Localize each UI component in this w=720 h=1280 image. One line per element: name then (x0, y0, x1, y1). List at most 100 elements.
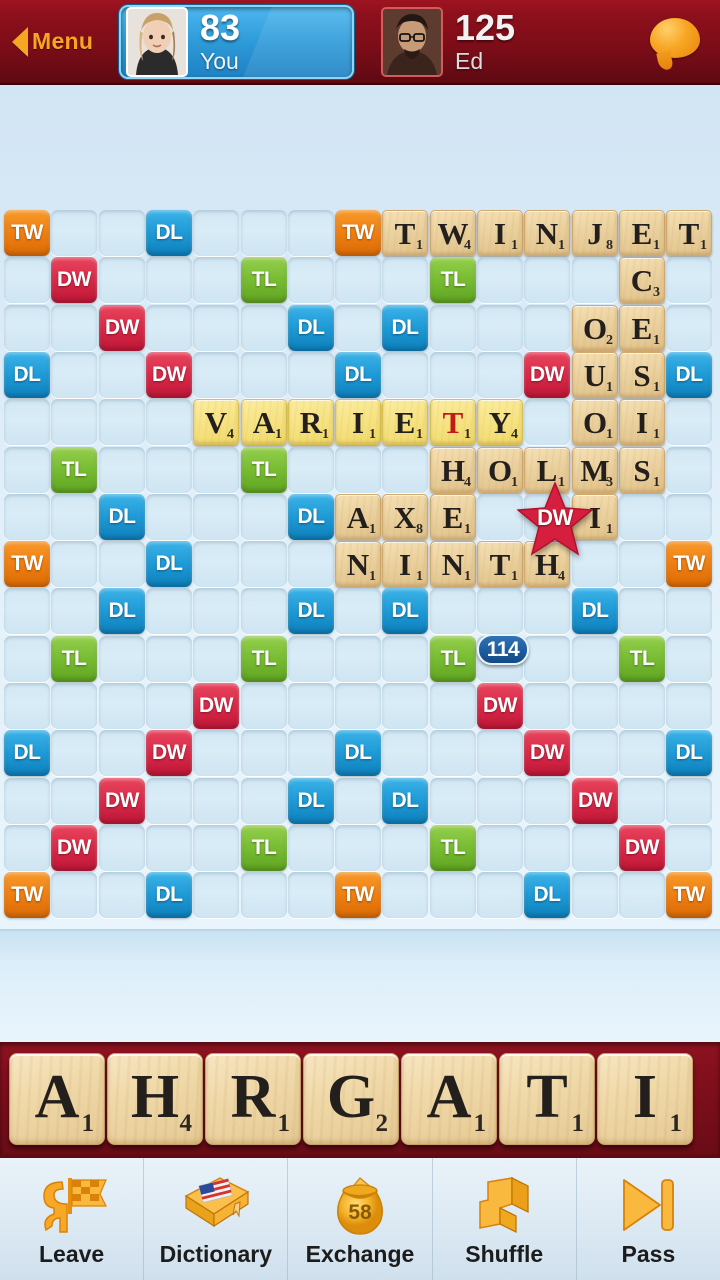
board-cell-5-7[interactable] (335, 447, 381, 493)
board-cell-8-14[interactable] (666, 588, 712, 634)
board-cell-2-7[interactable] (335, 305, 381, 351)
board-bonus-dl-6-6[interactable]: DL (288, 494, 334, 540)
player-score-ed[interactable]: 125 Ed (376, 5, 626, 79)
board-cell-13-7[interactable] (335, 825, 381, 871)
rack-tile-6[interactable]: I1 (597, 1052, 693, 1145)
board-cell-10-1[interactable] (51, 683, 97, 729)
board-bonus-dl-14-3[interactable]: DL (146, 872, 192, 918)
board-cell-11-9[interactable] (430, 730, 476, 776)
board-cell-0-6[interactable] (288, 210, 334, 256)
board-cell-8-9[interactable] (430, 588, 476, 634)
board-cell-14-2[interactable] (99, 872, 145, 918)
board-cell-12-13[interactable] (619, 778, 665, 824)
board-cell-6-5[interactable] (241, 494, 287, 540)
board-cell-8-11[interactable] (524, 588, 570, 634)
board-bonus-dl-8-12[interactable]: DL (572, 588, 618, 634)
board-cell-3-9[interactable] (430, 352, 476, 398)
board-cell-0-5[interactable] (241, 210, 287, 256)
board-cell-13-3[interactable] (146, 825, 192, 871)
board-bonus-dw-13-13[interactable]: DW (619, 825, 665, 871)
board-cell-2-3[interactable] (146, 305, 192, 351)
board-bonus-tl-1-5[interactable]: TL (241, 257, 287, 303)
board-bonus-dl-8-6[interactable]: DL (288, 588, 334, 634)
board-cell-5-0[interactable] (4, 447, 50, 493)
board-cell-12-10[interactable] (477, 778, 523, 824)
board-bonus-tw-14-0[interactable]: TW (4, 872, 50, 918)
board-cell-9-8[interactable] (382, 636, 428, 682)
board-bonus-tw-14-14[interactable]: TW (666, 872, 712, 918)
board-cell-13-10[interactable] (477, 825, 523, 871)
board-bonus-tl-1-9[interactable]: TL (430, 257, 476, 303)
board-cell-8-10[interactable] (477, 588, 523, 634)
board-cell-13-11[interactable] (524, 825, 570, 871)
board-bonus-dl-11-0[interactable]: DL (4, 730, 50, 776)
board-cell-8-3[interactable] (146, 588, 192, 634)
board-cell-14-8[interactable] (382, 872, 428, 918)
board-cell-10-7[interactable] (335, 683, 381, 729)
board-cell-0-1[interactable] (51, 210, 97, 256)
board-cell-11-6[interactable] (288, 730, 334, 776)
board-bonus-tl-9-5[interactable]: TL (241, 636, 287, 682)
board-cell-5-6[interactable] (288, 447, 334, 493)
board-cell-4-3[interactable] (146, 399, 192, 445)
leave-button[interactable]: Leave (0, 1158, 145, 1280)
board-cell-14-5[interactable] (241, 872, 287, 918)
star-icon[interactable]: DW (517, 482, 593, 556)
tile-rack[interactable]: A1H4R1G2A1T1I1 (0, 1042, 720, 1155)
board-cell-10-3[interactable] (146, 683, 192, 729)
board-cell-2-10[interactable] (477, 305, 523, 351)
board-cell-14-1[interactable] (51, 872, 97, 918)
board-cell-11-12[interactable] (572, 730, 618, 776)
board-cell-9-0[interactable] (4, 636, 50, 682)
board-bonus-dw-11-3[interactable]: DW (146, 730, 192, 776)
board-cell-4-11[interactable] (524, 399, 570, 445)
board-cell-8-13[interactable] (619, 588, 665, 634)
board-cell-10-6[interactable] (288, 683, 334, 729)
board-cell-5-4[interactable] (193, 447, 239, 493)
board-cell-14-13[interactable] (619, 872, 665, 918)
board-bonus-dl-7-3[interactable]: DL (146, 541, 192, 587)
board-bonus-dl-12-8[interactable]: DL (382, 778, 428, 824)
board-cell-11-8[interactable] (382, 730, 428, 776)
board-cell-12-14[interactable] (666, 778, 712, 824)
board-cell-11-2[interactable] (99, 730, 145, 776)
board-cell-1-14[interactable] (666, 257, 712, 303)
board-cell-7-1[interactable] (51, 541, 97, 587)
board-cell-12-5[interactable] (241, 778, 287, 824)
board-bonus-dw-12-12[interactable]: DW (572, 778, 618, 824)
board-bonus-dw-2-2[interactable]: DW (99, 305, 145, 351)
board-bonus-tw-0-0[interactable]: TW (4, 210, 50, 256)
board-cell-6-1[interactable] (51, 494, 97, 540)
board-bonus-dl-2-6[interactable]: DL (288, 305, 334, 351)
board-cell-2-4[interactable] (193, 305, 239, 351)
rack-tile-1[interactable]: H4 (107, 1052, 203, 1145)
board-cell-3-10[interactable] (477, 352, 523, 398)
board-cell-9-11[interactable] (524, 636, 570, 682)
board-cell-3-1[interactable] (51, 352, 97, 398)
board-cell-11-10[interactable] (477, 730, 523, 776)
board-cell-9-6[interactable] (288, 636, 334, 682)
board-cell-10-0[interactable] (4, 683, 50, 729)
board-cell-3-5[interactable] (241, 352, 287, 398)
board-bonus-dw-3-3[interactable]: DW (146, 352, 192, 398)
board-cell-3-4[interactable] (193, 352, 239, 398)
board-bonus-tw-0-7[interactable]: TW (335, 210, 381, 256)
rack-tile-4[interactable]: A1 (401, 1052, 497, 1145)
board-cell-4-0[interactable] (4, 399, 50, 445)
board-bonus-dw-3-11[interactable]: DW (524, 352, 570, 398)
board-cell-10-11[interactable] (524, 683, 570, 729)
board-cell-13-6[interactable] (288, 825, 334, 871)
board-cell-14-9[interactable] (430, 872, 476, 918)
board-bonus-dl-11-7[interactable]: DL (335, 730, 381, 776)
board-cell-11-1[interactable] (51, 730, 97, 776)
board-cell-1-2[interactable] (99, 257, 145, 303)
board-bonus-dl-0-3[interactable]: DL (146, 210, 192, 256)
board-cell-7-4[interactable] (193, 541, 239, 587)
board-cell-8-4[interactable] (193, 588, 239, 634)
menu-button[interactable]: Menu (0, 0, 110, 84)
exchange-button[interactable]: 58 Exchange (288, 1158, 433, 1280)
board-cell-14-4[interactable] (193, 872, 239, 918)
board-bonus-dw-13-1[interactable]: DW (51, 825, 97, 871)
board-cell-14-6[interactable] (288, 872, 334, 918)
board-cell-1-4[interactable] (193, 257, 239, 303)
